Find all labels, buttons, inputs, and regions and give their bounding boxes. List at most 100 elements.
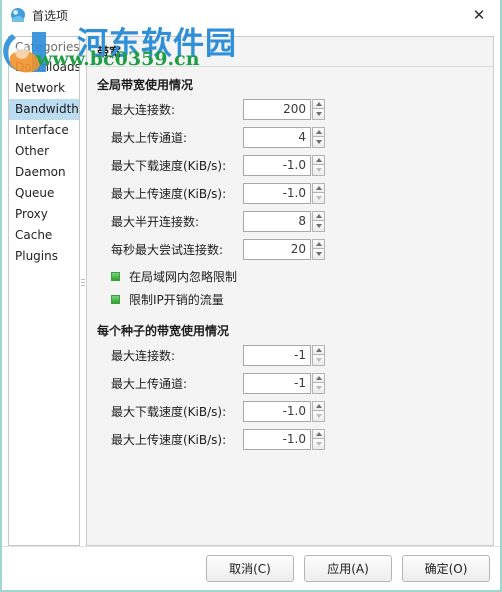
global-bandwidth-group-title: 全局带宽使用情况	[97, 78, 194, 92]
panel-title: 带宽	[87, 37, 493, 67]
spinner-up-icon[interactable]	[312, 344, 325, 355]
spinner-buttons	[312, 428, 325, 450]
spinner-max-upload-slots[interactable]: 4	[243, 126, 325, 148]
input-max-download-speed[interactable]: -1.0	[243, 154, 311, 176]
panel-splitter[interactable]	[80, 36, 86, 546]
label-torrent-max-connections: 最大连接数:	[111, 348, 176, 363]
cancel-button[interactable]: 取消(C)	[206, 555, 294, 582]
spinner-up-icon[interactable]	[312, 400, 325, 411]
spinner-buttons	[312, 126, 325, 148]
spinner-down-icon[interactable]	[312, 193, 325, 204]
spinner-up-icon[interactable]	[312, 210, 325, 221]
sidebar-item-network[interactable]: Network	[9, 78, 79, 99]
checkbox-checked-icon[interactable]	[111, 294, 120, 304]
spinner-down-icon[interactable]	[312, 109, 325, 120]
spinner-up-icon[interactable]	[312, 238, 325, 249]
spinner-buttons	[312, 154, 325, 176]
spinner-buttons	[312, 238, 325, 260]
input-max-half-open[interactable]: 8	[243, 210, 311, 232]
sidebar-item-downloads[interactable]: Downloads	[9, 57, 79, 78]
input-max-connections[interactable]: 200	[243, 98, 311, 120]
field-row-torrent-max-upload-speed: 最大上传速度(KiB/s): -1.0	[97, 428, 483, 450]
label-max-connections: 最大连接数:	[111, 102, 176, 117]
field-row-max-download-speed: 最大下载速度(KiB/s): -1.0	[97, 154, 483, 176]
close-icon[interactable]: ✕	[462, 2, 496, 28]
label-max-download-speed: 最大下载速度(KiB/s):	[111, 158, 227, 173]
spinner-max-connection-attempts[interactable]: 20	[243, 238, 325, 260]
sidebar-item-queue[interactable]: Queue	[9, 183, 79, 204]
spinner-buttons	[312, 210, 325, 232]
spinner-max-download-speed[interactable]: -1.0	[243, 154, 325, 176]
sidebar-item-interface[interactable]: Interface	[9, 120, 79, 141]
ok-button[interactable]: 确定(O)	[402, 555, 490, 582]
input-max-connection-attempts[interactable]: 20	[243, 238, 311, 260]
sidebar-item-proxy[interactable]: Proxy	[9, 204, 79, 225]
input-torrent-max-upload-speed[interactable]: -1.0	[243, 428, 311, 450]
label-max-upload-slots: 最大上传通道:	[111, 130, 188, 145]
label-max-upload-speed: 最大上传速度(KiB/s):	[111, 186, 227, 201]
spinner-up-icon[interactable]	[312, 182, 325, 193]
dialog-content: Categories Downloads Network Bandwidth I…	[2, 30, 500, 546]
spinner-torrent-max-download-speed[interactable]: -1.0	[243, 400, 325, 422]
spinner-up-icon[interactable]	[312, 428, 325, 439]
spinner-down-icon[interactable]	[312, 439, 325, 450]
input-max-upload-slots[interactable]: 4	[243, 126, 311, 148]
input-torrent-max-connections[interactable]: -1	[243, 344, 311, 366]
per-torrent-bandwidth-group-title: 每个种子的带宽使用情况	[97, 324, 230, 338]
sidebar-item-cache[interactable]: Cache	[9, 225, 79, 246]
field-row-max-upload-speed: 最大上传速度(KiB/s): -1.0	[97, 182, 483, 204]
spinner-up-icon[interactable]	[312, 98, 325, 109]
spinner-down-icon[interactable]	[312, 411, 325, 422]
field-row-max-connections: 最大连接数: 200	[97, 98, 483, 120]
spinner-torrent-max-connections[interactable]: -1	[243, 344, 325, 366]
input-max-upload-speed[interactable]: -1.0	[243, 182, 311, 204]
spinner-max-upload-speed[interactable]: -1.0	[243, 182, 325, 204]
spinner-torrent-max-upload-slots[interactable]: -1	[243, 372, 325, 394]
sidebar-item-daemon[interactable]: Daemon	[9, 162, 79, 183]
spinner-up-icon[interactable]	[312, 154, 325, 165]
field-row-torrent-max-download-speed: 最大下载速度(KiB/s): -1.0	[97, 400, 483, 422]
checkbox-label-rate-limit-ip-overhead: 限制IP开销的流量	[129, 292, 224, 307]
dialog-footer: 取消(C) 应用(A) 确定(O)	[2, 546, 500, 590]
preferences-dialog: 首选项 ✕ Categories Downloads Network Bandw…	[0, 0, 502, 592]
spinner-buttons	[312, 344, 325, 366]
field-row-torrent-max-upload-slots: 最大上传通道: -1	[97, 372, 483, 394]
spinner-down-icon[interactable]	[312, 383, 325, 394]
spinner-down-icon[interactable]	[312, 137, 325, 148]
label-max-connection-attempts: 每秒最大尝试连接数:	[111, 242, 224, 257]
spinner-buttons	[312, 400, 325, 422]
spinner-down-icon[interactable]	[312, 249, 325, 260]
label-torrent-max-download-speed: 最大下载速度(KiB/s):	[111, 404, 227, 419]
apply-button[interactable]: 应用(A)	[304, 555, 392, 582]
spinner-down-icon[interactable]	[312, 355, 325, 366]
categories-list[interactable]: Categories Downloads Network Bandwidth I…	[8, 36, 80, 546]
field-row-max-connection-attempts: 每秒最大尝试连接数: 20	[97, 238, 483, 260]
checkbox-checked-icon[interactable]	[111, 271, 120, 281]
title-bar: 首选项 ✕	[2, 0, 500, 30]
label-max-half-open: 最大半开连接数:	[111, 214, 200, 229]
spinner-buttons	[312, 98, 325, 120]
checkbox-row-rate-limit-ip-overhead[interactable]: 限制IP开销的流量	[97, 289, 483, 309]
field-row-max-upload-slots: 最大上传通道: 4	[97, 126, 483, 148]
panel-body: 全局带宽使用情况 最大连接数: 200 最大上传通道: 4 最大下载速度(KiB…	[87, 67, 493, 545]
input-torrent-max-upload-slots[interactable]: -1	[243, 372, 311, 394]
spinner-down-icon[interactable]	[312, 165, 325, 176]
input-torrent-max-download-speed[interactable]: -1.0	[243, 400, 311, 422]
spinner-up-icon[interactable]	[312, 126, 325, 137]
spinner-max-half-open[interactable]: 8	[243, 210, 325, 232]
spinner-buttons	[312, 372, 325, 394]
spinner-torrent-max-upload-speed[interactable]: -1.0	[243, 428, 325, 450]
sidebar-header: Categories	[15, 40, 80, 54]
spinner-max-connections[interactable]: 200	[243, 98, 325, 120]
spinner-buttons	[312, 182, 325, 204]
sidebar-item-bandwidth[interactable]: Bandwidth	[9, 99, 79, 120]
field-row-torrent-max-connections: 最大连接数: -1	[97, 344, 483, 366]
checkbox-row-ignore-lan-limits[interactable]: 在局域网内忽略限制	[97, 266, 483, 286]
checkbox-label-ignore-lan-limits: 在局域网内忽略限制	[129, 269, 238, 284]
sidebar-item-other[interactable]: Other	[9, 141, 79, 162]
spinner-up-icon[interactable]	[312, 372, 325, 383]
sidebar-item-plugins[interactable]: Plugins	[9, 246, 79, 267]
settings-panel-container: 带宽 全局带宽使用情况 最大连接数: 200 最大上传通道: 4 最大下载速度(…	[86, 36, 494, 546]
spinner-down-icon[interactable]	[312, 221, 325, 232]
app-icon	[10, 7, 26, 23]
